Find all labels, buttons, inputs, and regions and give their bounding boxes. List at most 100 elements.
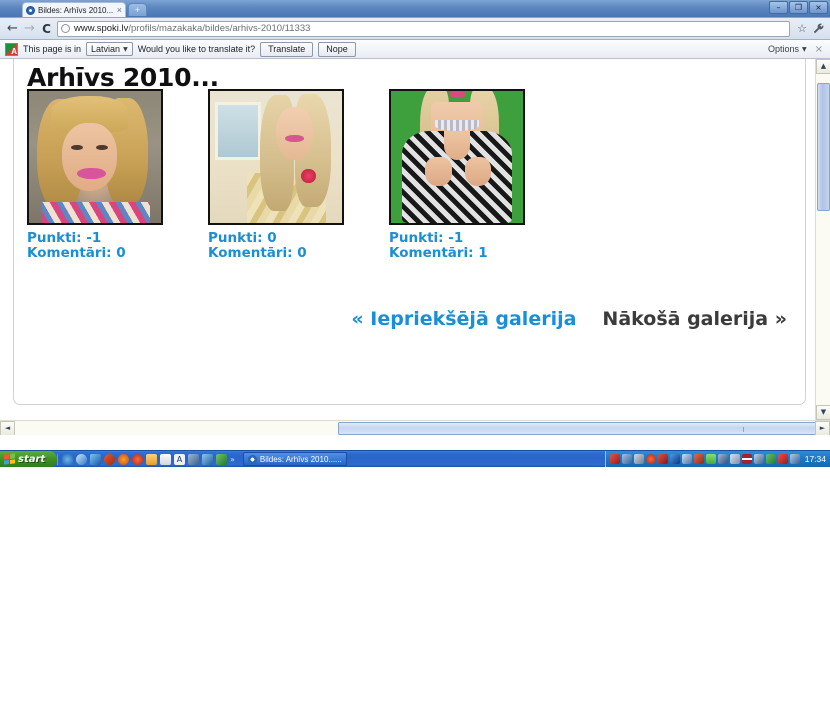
- horizontal-scrollbar-thumb[interactable]: [338, 422, 830, 435]
- points-label: Punkti: -1: [389, 230, 464, 246]
- photo-caption: Punkti: 0 Komentāri: 0: [208, 231, 344, 261]
- signal-icon[interactable]: [705, 454, 716, 464]
- windows-logo-icon: [4, 453, 15, 465]
- scroll-down-icon[interactable]: ▼: [816, 405, 830, 420]
- photo-caption: Punkti: -1 Komentāri: 0: [27, 231, 163, 261]
- tray-icon-4[interactable]: [645, 454, 656, 464]
- infobar-right-controls: Options ▼ ×: [768, 44, 825, 55]
- address-bar[interactable]: www.spoki.lv/profils/mazakaka/bildes/arh…: [57, 20, 790, 37]
- translate-icon: [5, 42, 18, 56]
- tray-icon-14[interactable]: [765, 454, 776, 464]
- tray-icon-8[interactable]: [693, 454, 704, 464]
- tray-icon-7[interactable]: [681, 454, 692, 464]
- network-icon[interactable]: [188, 453, 199, 465]
- tab-title: Bildes: Arhīvs 2010...: [38, 5, 114, 15]
- bookmark-star-icon[interactable]: ☆: [794, 21, 810, 37]
- close-window-button[interactable]: ×: [809, 1, 828, 14]
- browser-toolbar: ← → C www.spoki.lv/profils/mazakaka/bild…: [0, 18, 830, 40]
- windows-taskbar: start A » Bildes: Arhīvs 2010...... 17:3…: [0, 450, 830, 467]
- page-info-icon[interactable]: [61, 24, 70, 33]
- forward-button[interactable]: →: [21, 20, 38, 37]
- vertical-scrollbar[interactable]: ▲ ▼: [815, 59, 830, 420]
- photo-thumbnail-2[interactable]: [208, 89, 344, 225]
- previous-gallery-link[interactable]: « Iepriekšējā galerija: [351, 308, 576, 330]
- gallery-navigation: « Iepriekšējā galerija Nākošā galerija »: [351, 308, 787, 330]
- close-icon[interactable]: ×: [117, 5, 122, 15]
- horizontal-scrollbar[interactable]: ◄ ►: [0, 420, 830, 435]
- chevron-down-icon: ▼: [801, 45, 807, 53]
- tray-icon-10[interactable]: [717, 454, 728, 464]
- tray-icon-16[interactable]: [789, 454, 800, 464]
- back-button[interactable]: ←: [4, 20, 21, 37]
- page-viewport: Arhīvs 2010... Punkti: -1 Komentāri: 0 P…: [0, 59, 830, 435]
- language-select-value: Latvian: [91, 44, 121, 54]
- tray-icon-2[interactable]: [621, 454, 632, 464]
- globe-icon: [26, 5, 35, 15]
- taskbar-clock[interactable]: 17:34: [805, 454, 826, 464]
- points-label: Punkti: -1: [27, 230, 102, 246]
- comments-label: Komentāri: 1: [389, 245, 488, 261]
- app-icon-3[interactable]: [90, 453, 101, 465]
- desktop-background: [0, 467, 830, 702]
- infobar-options-button[interactable]: Options ▼: [768, 44, 807, 54]
- infobar-close-icon[interactable]: ×: [815, 44, 823, 55]
- comments-label: Komentāri: 0: [27, 245, 126, 261]
- vertical-scrollbar-thumb[interactable]: [817, 83, 830, 211]
- app-icon-6[interactable]: [132, 453, 143, 465]
- scroll-left-icon[interactable]: ◄: [0, 421, 15, 435]
- app-icon-2[interactable]: [76, 453, 87, 465]
- wrench-icon[interactable]: [810, 21, 826, 37]
- url-host: www.spoki.lv: [74, 22, 129, 34]
- minimize-button[interactable]: –: [769, 1, 788, 14]
- taskbar-window-label: Bildes: Arhīvs 2010......: [259, 454, 342, 464]
- app-icon-5[interactable]: [118, 453, 129, 465]
- tray-icon-11[interactable]: [729, 454, 740, 464]
- app-icon-1[interactable]: [62, 453, 73, 465]
- new-tab-button[interactable]: +: [128, 3, 147, 16]
- tray-icon-1[interactable]: [609, 454, 620, 464]
- folder-icon[interactable]: [146, 453, 157, 465]
- next-gallery-link[interactable]: Nākošā galerija »: [602, 308, 787, 330]
- infobar-prompt-suffix: Would you like to translate it?: [137, 44, 256, 54]
- infobar-options-label: Options: [767, 44, 799, 54]
- quick-launch-bar: A »: [57, 453, 239, 465]
- gallery-item: Punkti: -1 Komentāri: 1: [389, 89, 525, 261]
- scroll-right-icon[interactable]: ►: [815, 421, 830, 435]
- antivirus-icon[interactable]: [777, 454, 788, 464]
- chevron-down-icon: ▼: [123, 45, 128, 53]
- quicklaunch-overflow-icon[interactable]: »: [230, 455, 235, 464]
- document-icon[interactable]: [160, 453, 171, 465]
- flag-icon[interactable]: [741, 454, 752, 464]
- photo-thumbnail-1[interactable]: [27, 89, 163, 225]
- system-tray: 17:34: [604, 451, 830, 467]
- language-select[interactable]: Latvian ▼: [86, 42, 133, 56]
- translate-button[interactable]: Translate: [260, 41, 314, 57]
- start-label: start: [18, 453, 46, 465]
- media-icon[interactable]: [202, 453, 213, 465]
- url-path: /profils/mazakaka/bildes/arhivs-2010/113…: [128, 22, 311, 34]
- excel-icon[interactable]: [216, 453, 227, 465]
- restore-button[interactable]: ❐: [789, 1, 808, 14]
- tray-icon-3[interactable]: [633, 454, 644, 464]
- tray-icon-5[interactable]: [657, 454, 668, 464]
- reload-icon[interactable]: C: [38, 20, 55, 37]
- gallery-item: Punkti: -1 Komentāri: 0: [27, 89, 163, 261]
- page-title: Arhīvs 2010...: [27, 63, 219, 92]
- url-text: www.spoki.lv/profils/mazakaka/bildes/arh…: [74, 23, 310, 35]
- scroll-up-icon[interactable]: ▲: [816, 59, 830, 74]
- taskbar-window-button[interactable]: Bildes: Arhīvs 2010......: [242, 452, 347, 466]
- comments-label: Komentāri: 0: [208, 245, 307, 261]
- gallery-item: Punkti: 0 Komentāri: 0: [208, 89, 344, 261]
- tab-strip: Bildes: Arhīvs 2010... × + – ❐ ×: [0, 0, 830, 18]
- browser-tab[interactable]: Bildes: Arhīvs 2010... ×: [22, 2, 126, 17]
- start-button[interactable]: start: [0, 451, 57, 467]
- photo-thumbnail-3[interactable]: [389, 89, 525, 225]
- monitor-icon[interactable]: [753, 454, 764, 464]
- translate-infobar: This page is in Latvian ▼ Would you like…: [0, 40, 830, 59]
- app-icon-4[interactable]: [104, 453, 115, 465]
- chrome-icon: [247, 454, 257, 464]
- font-icon[interactable]: A: [174, 453, 185, 465]
- bluetooth-icon[interactable]: [669, 454, 680, 464]
- decline-translate-button[interactable]: Nope: [318, 41, 356, 57]
- infobar-prompt-prefix: This page is in: [23, 44, 82, 54]
